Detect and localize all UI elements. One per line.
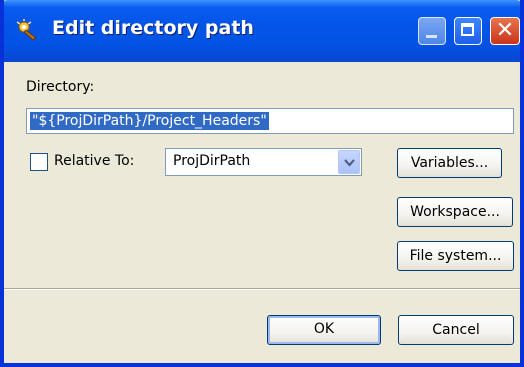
relative-to-checkbox[interactable] bbox=[30, 153, 48, 171]
relative-to-select[interactable]: ProjDirPath bbox=[165, 148, 362, 176]
cancel-button[interactable]: Cancel bbox=[398, 315, 514, 345]
dropdown-arrow-button[interactable] bbox=[338, 150, 360, 174]
close-button[interactable]: ✕ bbox=[490, 17, 520, 45]
minimize-icon bbox=[426, 35, 437, 38]
directory-input[interactable]: "${ProjDirPath}/Project_Headers" bbox=[26, 108, 514, 134]
dialog-body: Directory: "${ProjDirPath}/Project_Heade… bbox=[4, 62, 520, 363]
relative-to-label[interactable]: Relative To: bbox=[54, 153, 134, 169]
minimize-button[interactable] bbox=[418, 17, 446, 45]
workspace-button[interactable]: Workspace... bbox=[397, 197, 513, 227]
ok-button[interactable]: OK bbox=[267, 315, 381, 345]
maximize-icon bbox=[461, 23, 474, 36]
maximize-button[interactable] bbox=[454, 17, 482, 45]
footer-separator bbox=[4, 288, 520, 290]
relative-to-selected-value: ProjDirPath bbox=[173, 153, 251, 169]
project-wizard-icon bbox=[14, 18, 40, 42]
close-icon: ✕ bbox=[495, 18, 515, 43]
directory-label: Directory: bbox=[26, 79, 95, 95]
title-bar[interactable]: Edit directory path ✕ bbox=[4, 0, 520, 62]
chevron-down-icon bbox=[344, 159, 355, 167]
window-title: Edit directory path bbox=[52, 17, 254, 39]
file-system-button[interactable]: File system... bbox=[397, 241, 514, 271]
variables-button[interactable]: Variables... bbox=[397, 148, 502, 178]
edit-directory-dialog: Edit directory path ✕ Directory: "${Proj… bbox=[0, 0, 524, 367]
directory-value: "${ProjDirPath}/Project_Headers" bbox=[30, 112, 269, 130]
